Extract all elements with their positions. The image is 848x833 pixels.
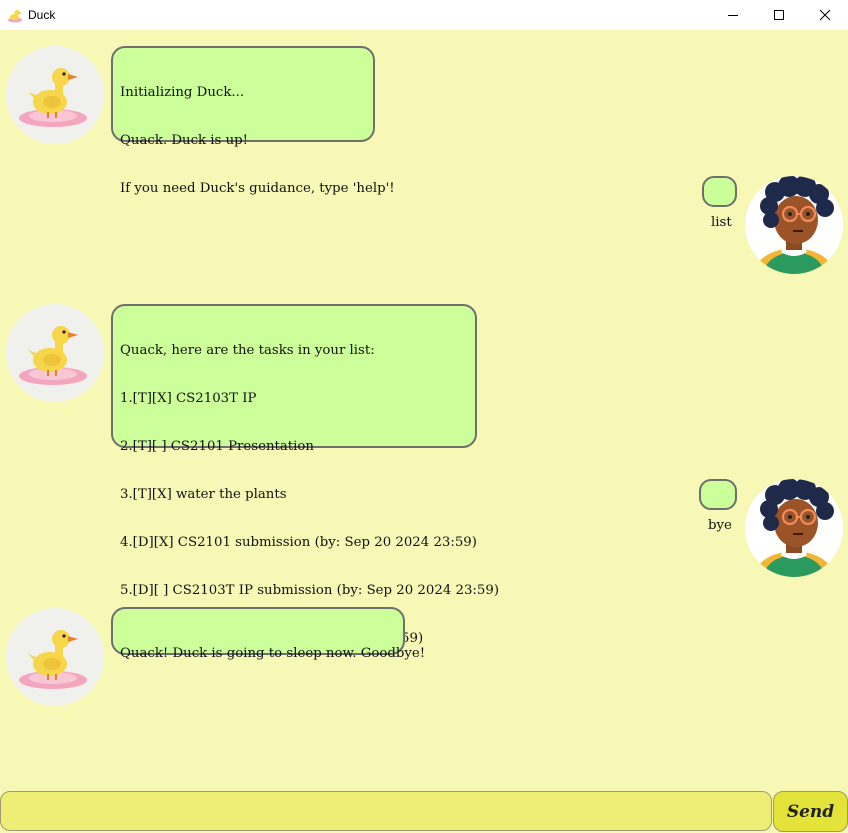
duck-icon [6, 46, 104, 144]
user-avatar [745, 479, 843, 577]
duck-icon [6, 304, 104, 402]
maximize-icon [774, 10, 784, 20]
message-line: If you need Duck's guidance, type 'help'… [120, 181, 395, 196]
message-line: Initializing Duck... [120, 85, 245, 100]
duck-avatar [6, 46, 104, 144]
user-message-bubble: list [702, 176, 737, 230]
duck-message-bubble: Quack, here are the tasks in your list: … [111, 304, 499, 646]
user-avatar [745, 176, 843, 274]
minimize-icon [728, 15, 738, 16]
duck-app-icon [8, 9, 22, 23]
message-line: list [711, 215, 732, 230]
task-item: 2.[T][ ] CS2101 Presentation [120, 439, 314, 454]
duck-message-bubble: Quack! Duck is going to sleep now. Goodb… [111, 607, 425, 661]
duck-message-bubble: Initializing Duck... Quack. Duck is up! … [111, 46, 395, 196]
task-item: 4.[D][X] CS2101 submission (by: Sep 20 2… [120, 535, 477, 550]
message-line: bye [708, 518, 732, 533]
window-title: Duck [28, 8, 56, 22]
duck-avatar [6, 608, 104, 706]
person-icon [745, 176, 843, 274]
close-icon [819, 9, 831, 21]
person-icon [745, 479, 843, 577]
task-item: 5.[D][ ] CS2103T IP submission (by: Sep … [120, 583, 500, 598]
message-line: Quack, here are the tasks in your list: [120, 343, 375, 358]
title-bar: Duck [0, 0, 848, 30]
message-input[interactable] [0, 791, 772, 831]
message-line: Quack! Duck is going to sleep now. Goodb… [120, 646, 426, 661]
message-line: Quack. Duck is up! [120, 133, 249, 148]
send-button[interactable]: Send [773, 791, 848, 832]
maximize-button[interactable] [756, 0, 802, 30]
duck-icon [6, 608, 104, 706]
task-item: 1.[T][X] CS2103T IP [120, 391, 257, 406]
task-item: 3.[T][X] water the plants [120, 487, 287, 502]
duck-avatar [6, 304, 104, 402]
user-message-bubble: bye [699, 479, 737, 533]
close-button[interactable] [802, 0, 848, 30]
minimize-button[interactable] [710, 0, 756, 30]
chat-area[interactable]: Initializing Duck... Quack. Duck is up! … [0, 30, 848, 790]
